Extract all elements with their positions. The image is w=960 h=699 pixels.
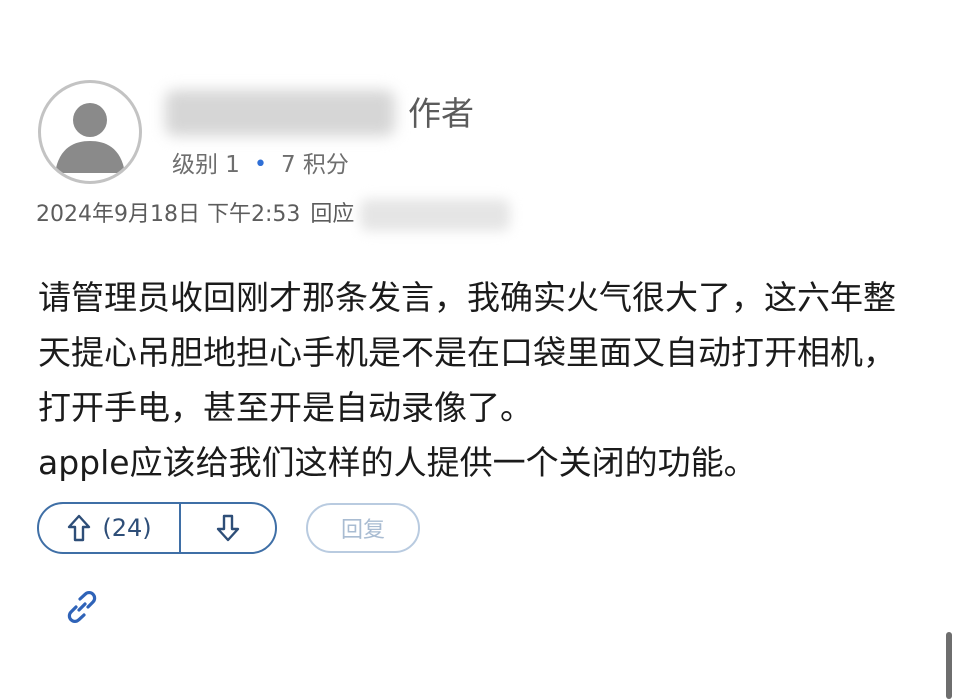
arrow-down-icon xyxy=(216,514,240,542)
comment-line: 打开手电，甚至开是自动录像了。 xyxy=(38,388,533,427)
scrollbar[interactable] xyxy=(946,632,952,699)
arrow-up-icon xyxy=(68,514,91,542)
default-user-avatar-icon xyxy=(55,103,125,173)
reply-to-label: 回应 xyxy=(310,202,355,227)
user-meta: 级别 1 • 7 积分 xyxy=(172,149,349,181)
comment-body: 请管理员收回刚才那条发言，我确实火气很大了，这六年整 天提心吊胆地担心手机是不是… xyxy=(38,270,928,490)
user-level: 级别 1 xyxy=(172,152,240,178)
username-redacted[interactable] xyxy=(165,90,395,136)
comment-line: 天提心吊胆地担心手机是不是在口袋里面又自动打开相机， xyxy=(38,333,896,372)
user-points: 7 积分 xyxy=(280,152,349,178)
author-badge: 作者 xyxy=(408,94,474,133)
reply-button[interactable]: 回复 xyxy=(306,503,420,553)
upvote-button[interactable]: (24) xyxy=(39,504,181,552)
comment-line: 请管理员收回刚才那条发言，我确实火气很大了，这六年整 xyxy=(38,278,896,317)
share-link-button[interactable] xyxy=(62,587,102,627)
upvote-count: (24) xyxy=(102,514,152,542)
reply-target-redacted[interactable] xyxy=(360,199,511,231)
vote-control: (24) xyxy=(37,502,277,554)
comment-line: apple应该给我们这样的人提供一个关闭的功能。 xyxy=(38,443,757,482)
meta-separator: • xyxy=(253,152,267,177)
avatar[interactable] xyxy=(38,80,142,184)
post-timestamp: 2024年9月18日 下午2:53 xyxy=(36,202,301,227)
downvote-button[interactable] xyxy=(181,504,275,552)
post-meta: 2024年9月18日 下午2:53 回应 xyxy=(36,199,511,231)
link-icon xyxy=(67,591,97,623)
